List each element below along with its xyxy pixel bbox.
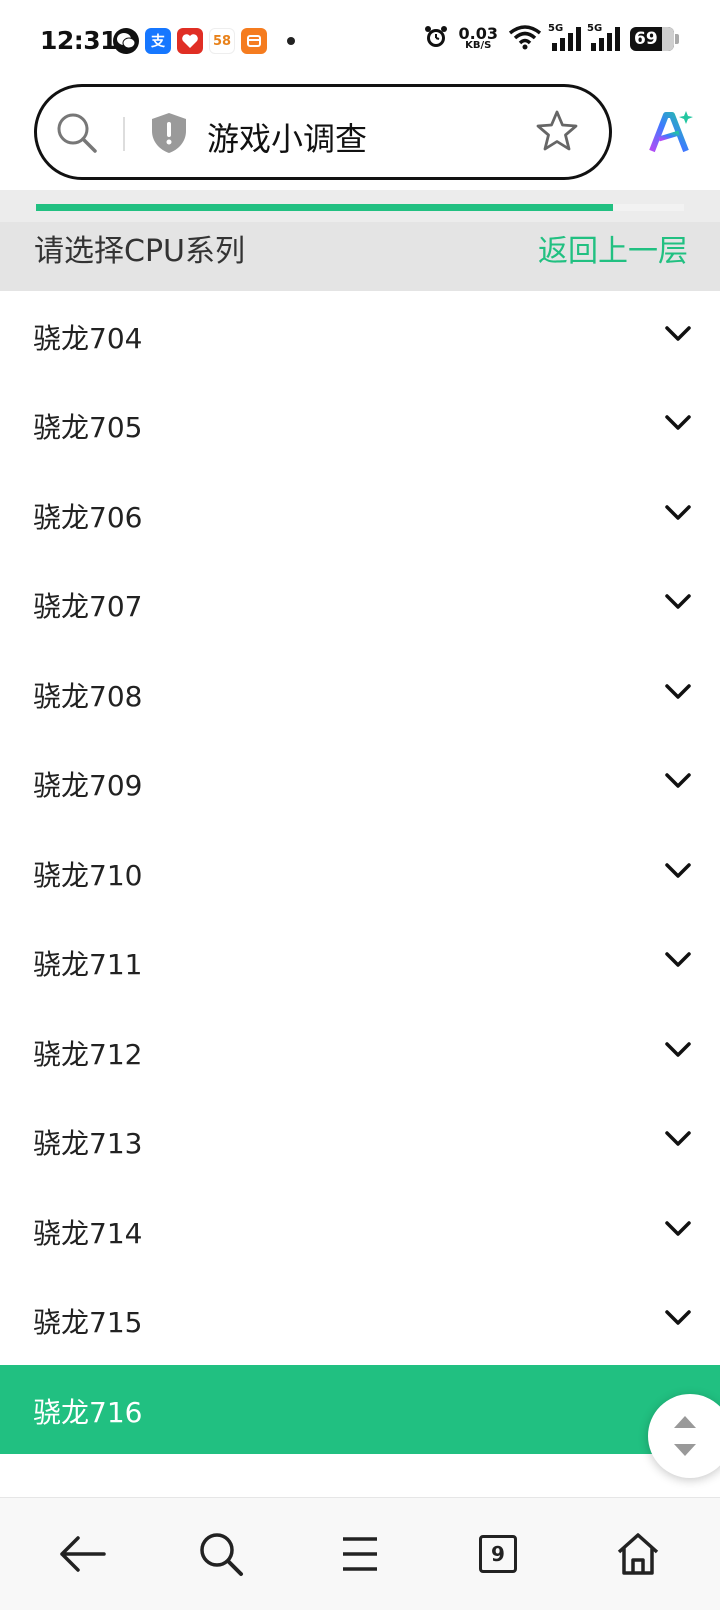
selection-header: 请选择CPU系列 返回上一层: [0, 190, 720, 291]
list-item[interactable]: 骁龙706: [0, 469, 720, 559]
chevron-down-icon[interactable]: [664, 1130, 692, 1152]
list-item[interactable]: 骁龙711: [0, 917, 720, 1007]
battery-level: 69: [634, 29, 658, 49]
status-time: 12:31: [40, 26, 118, 55]
more-notifications-dot: [287, 37, 295, 45]
search-icon: [200, 1533, 243, 1576]
tabs-button[interactable]: 9: [468, 1526, 528, 1582]
list-item[interactable]: 骁龙709: [0, 738, 720, 828]
home-button[interactable]: [608, 1526, 668, 1582]
list-item-label: 骁龙712: [33, 1037, 143, 1071]
list-item-label: 骁龙714: [33, 1216, 143, 1250]
list-item-label: 骁龙704: [33, 321, 143, 355]
wifi-icon: [508, 24, 542, 54]
chevron-down-icon[interactable]: [664, 414, 692, 436]
list-item-label: 骁龙706: [33, 500, 143, 534]
status-bar: 12:31 支 58 0.03 KB/S 5G 5G 69: [0, 0, 720, 84]
chevron-down-icon[interactable]: [664, 683, 692, 705]
list-item[interactable]: 骁龙710: [0, 827, 720, 917]
tabs-icon: 9: [479, 1535, 517, 1573]
nav-search-button[interactable]: [191, 1526, 251, 1582]
list-item[interactable]: 骁龙707: [0, 559, 720, 649]
list-item[interactable]: 骁龙712: [0, 1006, 720, 1096]
chevron-down-icon[interactable]: [664, 1041, 692, 1063]
taobao-icon: [241, 28, 267, 54]
notification-app-icons: 支 58: [113, 28, 295, 54]
list-item-label: 骁龙707: [33, 590, 143, 623]
list-item[interactable]: 骁龙704: [0, 290, 720, 380]
bookmark-star-icon[interactable]: [535, 109, 579, 157]
alipay-icon: 支: [145, 28, 171, 54]
list-item-label: 骁龙708: [33, 679, 143, 713]
search-icon[interactable]: [55, 111, 99, 159]
browser-address-bar: 游戏小调查: [0, 84, 720, 190]
chevron-down-icon[interactable]: [664, 1309, 692, 1331]
alarm-icon: [423, 24, 449, 54]
page-title[interactable]: 游戏小调查: [207, 114, 367, 160]
back-up-level-link[interactable]: 返回上一层: [538, 226, 688, 270]
wechat-icon: [113, 28, 139, 54]
chevron-down-icon[interactable]: [664, 593, 692, 615]
status-indicators: 0.03 KB/S 5G 5G 69: [423, 23, 679, 54]
menu-icon: [343, 1537, 377, 1571]
chevron-down-icon[interactable]: [664, 951, 692, 973]
browser-bottom-nav: 9: [0, 1497, 720, 1610]
chevron-down-icon[interactable]: [664, 862, 692, 884]
chevron-down-icon[interactable]: [664, 504, 692, 526]
cpu-series-list: 骁龙703骁龙704骁龙705骁龙706骁龙707骁龙708骁龙709骁龙710…: [0, 201, 720, 1454]
address-box[interactable]: 游戏小调查: [34, 84, 612, 180]
list-item-label: 骁龙716: [33, 1395, 143, 1429]
list-item[interactable]: 骁龙713: [0, 1096, 720, 1186]
security-shield-icon[interactable]: [149, 111, 189, 159]
page-load-progress-fill: [36, 204, 613, 211]
page-load-progress: [36, 204, 684, 211]
back-arrow-icon: [60, 1536, 106, 1572]
pinduoduo-icon: [177, 28, 203, 54]
chevron-down-icon[interactable]: [664, 772, 692, 794]
list-item[interactable]: 骁龙716: [0, 1364, 720, 1454]
list-item-label: 骁龙709: [33, 769, 143, 802]
home-icon: [617, 1533, 659, 1575]
list-item[interactable]: 骁龙715: [0, 1275, 720, 1365]
battery-icon: 69: [630, 27, 679, 51]
list-item-label: 骁龙715: [33, 1306, 143, 1339]
list-item-label: 骁龙711: [33, 948, 143, 981]
list-item[interactable]: 骁龙705: [0, 380, 720, 470]
list-item-label: 骁龙713: [33, 1127, 143, 1160]
list-item-label: 骁龙710: [33, 858, 143, 892]
ai-assistant-icon[interactable]: [648, 109, 694, 157]
scroll-top-bottom-button[interactable]: [648, 1394, 720, 1478]
58-tongcheng-icon: 58: [209, 28, 235, 54]
chevron-down-icon[interactable]: [664, 1220, 692, 1242]
list-item[interactable]: 骁龙714: [0, 1185, 720, 1275]
chevron-down-icon[interactable]: [664, 325, 692, 347]
network-speed: 0.03 KB/S: [458, 24, 498, 51]
signal-strength-icon-1: 5G: [548, 23, 581, 51]
header-title: 请选择CPU系列: [34, 234, 245, 269]
address-separator: [123, 117, 125, 151]
list-item[interactable]: 骁龙708: [0, 648, 720, 738]
back-button[interactable]: [52, 1526, 112, 1582]
scroll-arrows-icon: [674, 1416, 696, 1456]
signal-strength-icon-2: 5G: [587, 23, 620, 51]
list-item-label: 骁龙705: [33, 411, 143, 444]
menu-button[interactable]: [330, 1526, 390, 1582]
